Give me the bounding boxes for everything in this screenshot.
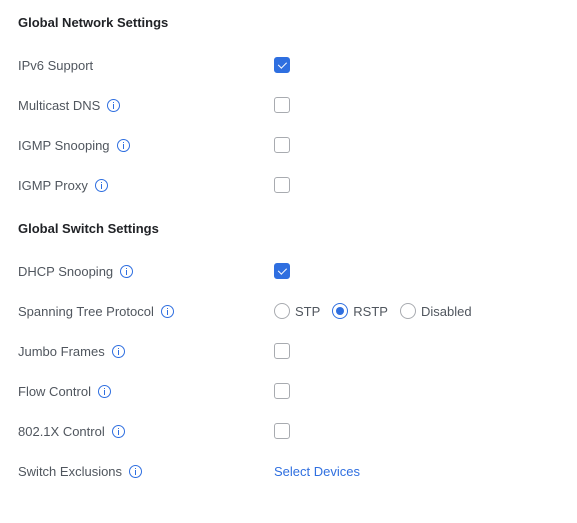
dot1x-control-checkbox[interactable] xyxy=(274,423,290,439)
radio-button[interactable] xyxy=(274,303,290,319)
info-icon[interactable] xyxy=(111,424,125,438)
switch-settings-heading: Global Switch Settings xyxy=(18,221,159,236)
dot1x-control-label: 802.1X Control xyxy=(18,423,105,439)
info-icon[interactable] xyxy=(94,178,108,192)
radio-button[interactable] xyxy=(399,303,416,319)
info-icon[interactable] xyxy=(129,464,143,478)
multicast-dns-row: Multicast DNS xyxy=(0,94,577,116)
radio-label-stp: STP xyxy=(295,303,321,319)
ipv6-support-checkbox[interactable] xyxy=(274,57,290,73)
info-icon[interactable] xyxy=(120,264,134,278)
spanning-tree-label: Spanning Tree Protocol xyxy=(18,303,154,319)
radio-option-disabled[interactable]: Disabled xyxy=(399,303,472,319)
dot1x-control-row: 802.1X Control xyxy=(0,420,577,442)
info-icon[interactable] xyxy=(107,98,121,112)
igmp-proxy-row: IGMP Proxy xyxy=(0,174,577,196)
jumbo-frames-row: Jumbo Frames xyxy=(0,340,577,362)
radio-option-stp[interactable]: STP xyxy=(274,303,320,319)
switch-exclusions-row: Switch Exclusions Select Devices xyxy=(0,460,577,482)
flow-control-label: Flow Control xyxy=(18,383,91,399)
igmp-snooping-checkbox[interactable] xyxy=(274,137,290,153)
multicast-dns-label: Multicast DNS xyxy=(18,97,101,113)
radio-label-rstp: RSTP xyxy=(353,303,388,319)
jumbo-frames-checkbox[interactable] xyxy=(274,343,290,359)
dhcp-snooping-row: DHCP Snooping xyxy=(0,260,577,282)
multicast-dns-checkbox[interactable] xyxy=(274,97,290,113)
info-icon[interactable] xyxy=(160,304,174,318)
ipv6-support-row: IPv6 Support xyxy=(0,54,577,76)
info-icon[interactable] xyxy=(111,344,125,358)
ipv6-support-label: IPv6 Support xyxy=(18,57,94,73)
radio-option-rstp[interactable]: RSTP xyxy=(332,303,388,319)
flow-control-checkbox[interactable] xyxy=(274,383,290,399)
info-icon[interactable] xyxy=(97,384,111,398)
igmp-snooping-label: IGMP Snooping xyxy=(18,137,110,153)
spanning-tree-row: Spanning Tree Protocol STP RSTP Disabled xyxy=(0,300,577,322)
switch-exclusions-label: Switch Exclusions xyxy=(18,463,123,479)
dhcp-snooping-checkbox[interactable] xyxy=(274,263,290,279)
flow-control-row: Flow Control xyxy=(0,380,577,402)
select-devices-link[interactable]: Select Devices xyxy=(274,464,360,479)
igmp-snooping-row: IGMP Snooping xyxy=(0,134,577,156)
jumbo-frames-label: Jumbo Frames xyxy=(18,343,105,359)
igmp-proxy-checkbox[interactable] xyxy=(274,177,290,193)
info-icon[interactable] xyxy=(116,138,130,152)
igmp-proxy-label: IGMP Proxy xyxy=(18,177,88,193)
radio-label-disabled: Disabled xyxy=(420,303,472,319)
radio-button[interactable] xyxy=(332,303,349,319)
dhcp-snooping-label: DHCP Snooping xyxy=(18,263,114,279)
network-settings-heading: Global Network Settings xyxy=(18,15,169,30)
spanning-tree-radio-group: STP RSTP Disabled xyxy=(274,303,484,319)
